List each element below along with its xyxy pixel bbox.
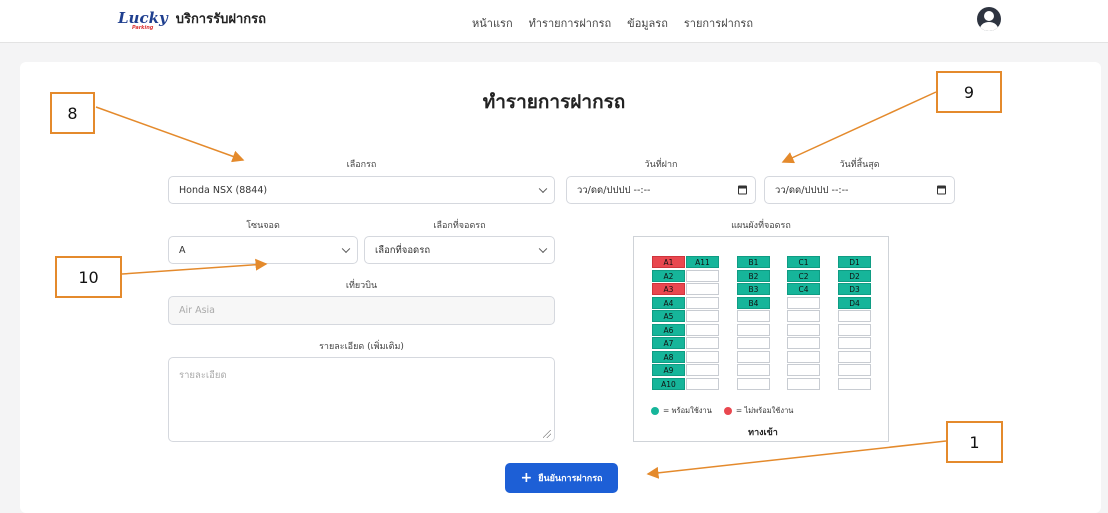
arrow-9 — [781, 91, 937, 164]
annotation-9: 9 — [936, 71, 1002, 113]
arrow-8 — [95, 106, 245, 163]
arrow-10 — [121, 258, 268, 275]
arrow-1 — [646, 440, 947, 479]
annotation-10: 10 — [55, 256, 122, 298]
annotation-8: 8 — [50, 92, 95, 134]
annotation-1: 1 — [946, 421, 1003, 463]
